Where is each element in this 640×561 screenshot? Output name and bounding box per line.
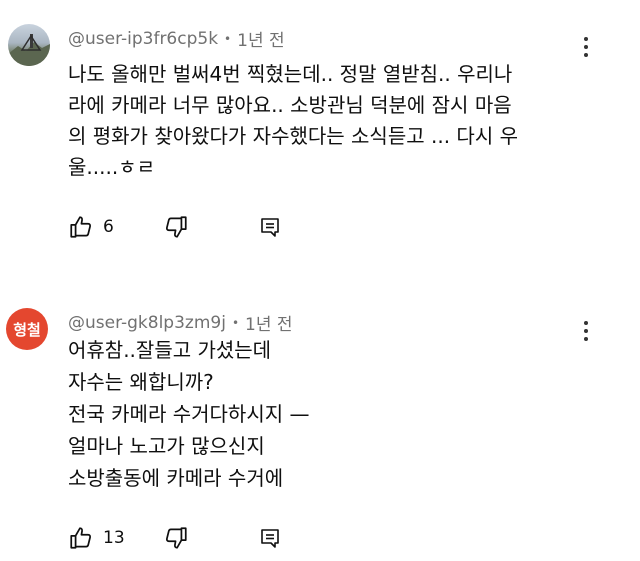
comment-text-line: 의 평화가 찾아왔다가 자수했다는 소식듣고 ... 다시 우 (68, 124, 518, 148)
like-count: 13 (103, 528, 125, 548)
comment-author[interactable]: @user-ip3fr6cp5k (68, 29, 218, 49)
dislike-button[interactable] (163, 525, 258, 551)
avatar-photo-icon (8, 34, 50, 66)
thumbs-down-icon (165, 216, 187, 238)
meta-separator: • (224, 31, 232, 46)
like-button[interactable]: 13 (68, 525, 163, 551)
comment-meta: @user-ip3fr6cp5k • 1년 전 (68, 26, 285, 52)
comment-meta: @user-gk8lp3zm9j • 1년 전 (68, 310, 293, 336)
avatar[interactable]: 형철 (6, 308, 48, 350)
thumbs-down-icon (165, 527, 187, 549)
comment-text-line: 어휴참..잘들고 가셨는데 (68, 338, 272, 362)
comment-text: 어휴참..잘들고 가셨는데 자수는 왜합니까? 전국 카메라 수거다하시지 — … (68, 334, 613, 494)
meta-separator: • (231, 315, 240, 330)
like-button[interactable]: 6 (68, 214, 163, 240)
comment-text: 나도 올해만 벌써4번 찍혔는데.. 정말 열받침.. 우리나 라에 카메라 너… (68, 59, 613, 183)
reply-button[interactable] (258, 526, 282, 550)
comment-text-line: 얼마나 노고가 많으신지 (68, 434, 265, 458)
comment-time[interactable]: 1년 전 (237, 26, 285, 51)
comment-actions: 13 (68, 525, 282, 551)
comment-actions: 6 (68, 214, 282, 240)
like-count: 6 (103, 217, 114, 237)
comment-time[interactable]: 1년 전 (245, 310, 293, 335)
comment-author[interactable]: @user-gk8lp3zm9j (68, 313, 226, 333)
avatar-initials: 형철 (13, 320, 41, 339)
comment-text-line: 울.....ㅎㄹ (68, 155, 155, 179)
avatar[interactable] (8, 24, 50, 66)
comment-text-line: 나도 올해만 벌써4번 찍혔는데.. 정말 열받침.. 우리나 (68, 62, 513, 86)
dislike-button[interactable] (163, 214, 258, 240)
reply-button[interactable] (258, 215, 282, 239)
comment-text-line: 라에 카메라 너무 많아요.. 소방관님 덕분에 잠시 마음 (68, 93, 512, 117)
reply-comment-icon (261, 218, 279, 237)
comment-text-line: 자수는 왜합니까? (68, 370, 214, 394)
reply-comment-icon (261, 529, 279, 548)
thumbs-up-icon (70, 216, 92, 238)
comment-text-line: 전국 카메라 수거다하시지 — (68, 402, 310, 426)
comment-text-line: 소방출동에 카메라 수거에 (68, 466, 284, 490)
thumbs-up-icon (70, 527, 92, 549)
